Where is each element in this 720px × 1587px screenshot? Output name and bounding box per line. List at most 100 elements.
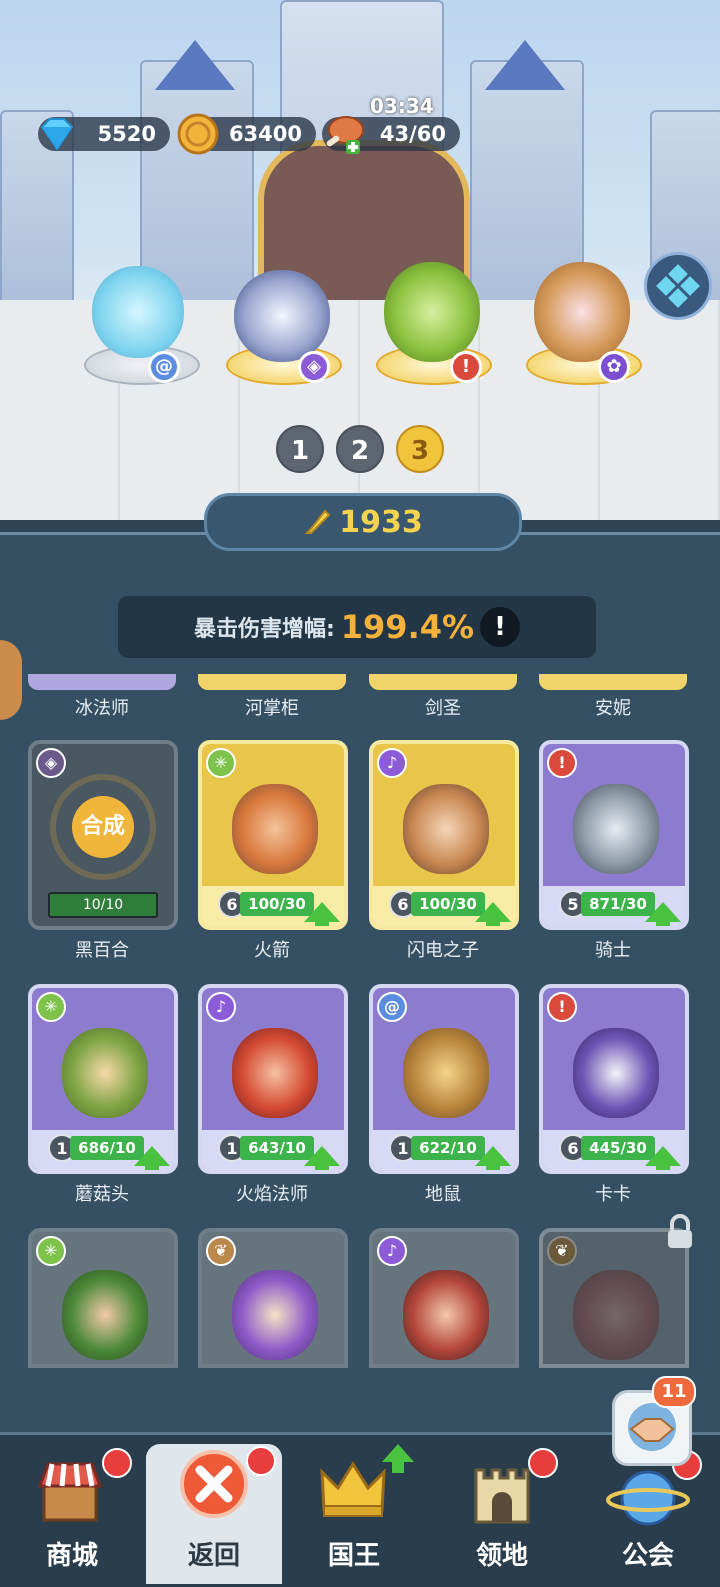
team-page-2[interactable]: 2 [336,425,384,473]
team-hero-annie[interactable] [534,262,630,362]
hero-card-priest[interactable]: ❦ [198,1228,348,1368]
nav-label: 商城 [45,1541,98,1571]
hero-name: 安妮 [595,698,631,719]
network-icon: ✳ [36,992,66,1022]
nav-shop[interactable]: 商城 [0,1440,144,1584]
stat-value: 199.4% [340,608,475,646]
shard-progress: 643/10 [240,1136,314,1160]
crown-icon [320,1461,386,1517]
staff-icon: ♪ [377,748,407,778]
paw-icon: ✿ [598,351,630,383]
hero-card-partial[interactable] [369,674,517,690]
guild-badge-count: 11 [652,1376,696,1408]
team-page-3[interactable]: 3 [396,425,444,473]
power-value: 1933 [339,504,423,540]
upgrade-arrow-icon[interactable] [134,1146,170,1170]
network-icon: ✳ [206,748,236,778]
hero-card-gopher[interactable]: @ 1 622/10 [369,984,519,1174]
sword-icon: ! [547,992,577,1022]
hero-name: 地鼠 [425,1184,461,1205]
hero-name: 火焰法师 [236,1184,308,1205]
hero-name: 河掌柜 [245,698,299,719]
swirl-icon: @ [377,992,407,1022]
upgrade-arrow-icon[interactable] [475,1146,511,1170]
tower-roof [155,40,235,90]
coin-value: 63400 [228,122,302,146]
hero-portrait [403,1270,489,1360]
castle-tower-left [140,60,254,304]
crit-damage-stat: 暴击伤害增幅: 199.4% ! [118,596,596,658]
hero-card-mushroom[interactable]: ✳ 1 686/10 [28,984,178,1174]
side-hero-tab[interactable] [0,640,22,720]
team-page-1[interactable]: 1 [276,425,324,473]
hero-name: 火箭 [254,940,290,961]
hero-card-partial[interactable] [28,674,176,690]
upgrade-arrow-icon [382,1444,414,1462]
tower-roof [485,40,565,90]
coin-icon [177,113,219,155]
shard-progress: 445/30 [581,1136,655,1160]
team-switch-button[interactable] [644,252,712,320]
stamina-value: 43/60 [379,122,446,146]
hero-card-knight[interactable]: ! 5 871/30 [539,740,689,930]
nav-back[interactable]: 返回 [142,1440,286,1584]
hero-card-black-lily[interactable]: ◈ 合成 10/10 [28,740,178,930]
hero-card-rocket[interactable]: ✳ 6 100/30 [198,740,348,930]
lock-icon [668,1214,692,1248]
upgrade-arrow-icon[interactable] [645,1146,681,1170]
team-hero-ice-mage[interactable] [92,266,184,358]
hero-card-archer[interactable]: ✳ [28,1228,178,1368]
hero-portrait [62,1270,148,1360]
stamina-timer: 03:34 [370,94,434,118]
hero-name: 闪电之子 [407,940,479,961]
upgrade-arrow-icon[interactable] [475,902,511,926]
diamond-icon [40,118,74,151]
eye-icon: ◈ [298,351,330,383]
meat-icon [326,116,364,154]
shard-progress: 100/30 [240,892,314,916]
nav-king[interactable]: 国王 [282,1440,426,1584]
upgrade-arrow-icon[interactable] [304,1146,340,1170]
hero-portrait [573,1028,659,1118]
shard-progress: 622/10 [411,1136,485,1160]
notification-dot [102,1448,132,1478]
hero-portrait [232,1028,318,1118]
hero-portrait [403,784,489,874]
hero-card-partial[interactable] [539,674,687,690]
swirl-icon: @ [148,351,180,383]
nav-label: 返回 [187,1541,240,1571]
hero-card-partial[interactable] [198,674,346,690]
staff-icon: ♪ [377,1236,407,1266]
team-hero-sword-saint[interactable] [384,262,480,362]
notification-dot [246,1446,276,1476]
info-button[interactable]: ! [480,607,521,647]
shard-progress: 686/10 [70,1136,144,1160]
close-icon [180,1450,248,1518]
sword-power-icon [304,509,331,534]
nav-label: 公会 [621,1541,674,1571]
diamond-grid-icon [656,264,700,308]
stat-label: 暴击伤害增幅: [193,617,335,642]
nav-territory[interactable]: 领地 [430,1440,574,1584]
hero-name: 剑圣 [425,698,461,719]
team-hero-river-keeper[interactable] [234,270,330,362]
hero-name: 黑百合 [75,940,129,961]
wings-icon: ❦ [206,1236,236,1266]
hero-portrait [232,1270,318,1360]
hero-name: 卡卡 [595,1184,631,1205]
nav-label: 领地 [475,1541,528,1571]
shard-progress: 100/30 [411,892,485,916]
staff-icon: ♪ [206,992,236,1022]
hero-card-fire-mage[interactable]: ♪ 1 643/10 [198,984,348,1174]
upgrade-arrow-icon[interactable] [304,902,340,926]
arrow-stem [392,1461,404,1473]
hero-portrait [62,1028,148,1118]
hero-portrait [232,784,318,874]
hero-card-kaka[interactable]: ! 6 445/30 [539,984,689,1174]
eye-icon: ◈ [36,748,66,778]
merge-button[interactable]: 合成 [72,796,134,858]
castle-icon [474,1468,530,1524]
hero-card-lightning-son[interactable]: ♪ 6 100/30 [369,740,519,930]
hero-card-bomber[interactable]: ♪ [369,1228,519,1368]
upgrade-arrow-icon[interactable] [645,902,681,926]
